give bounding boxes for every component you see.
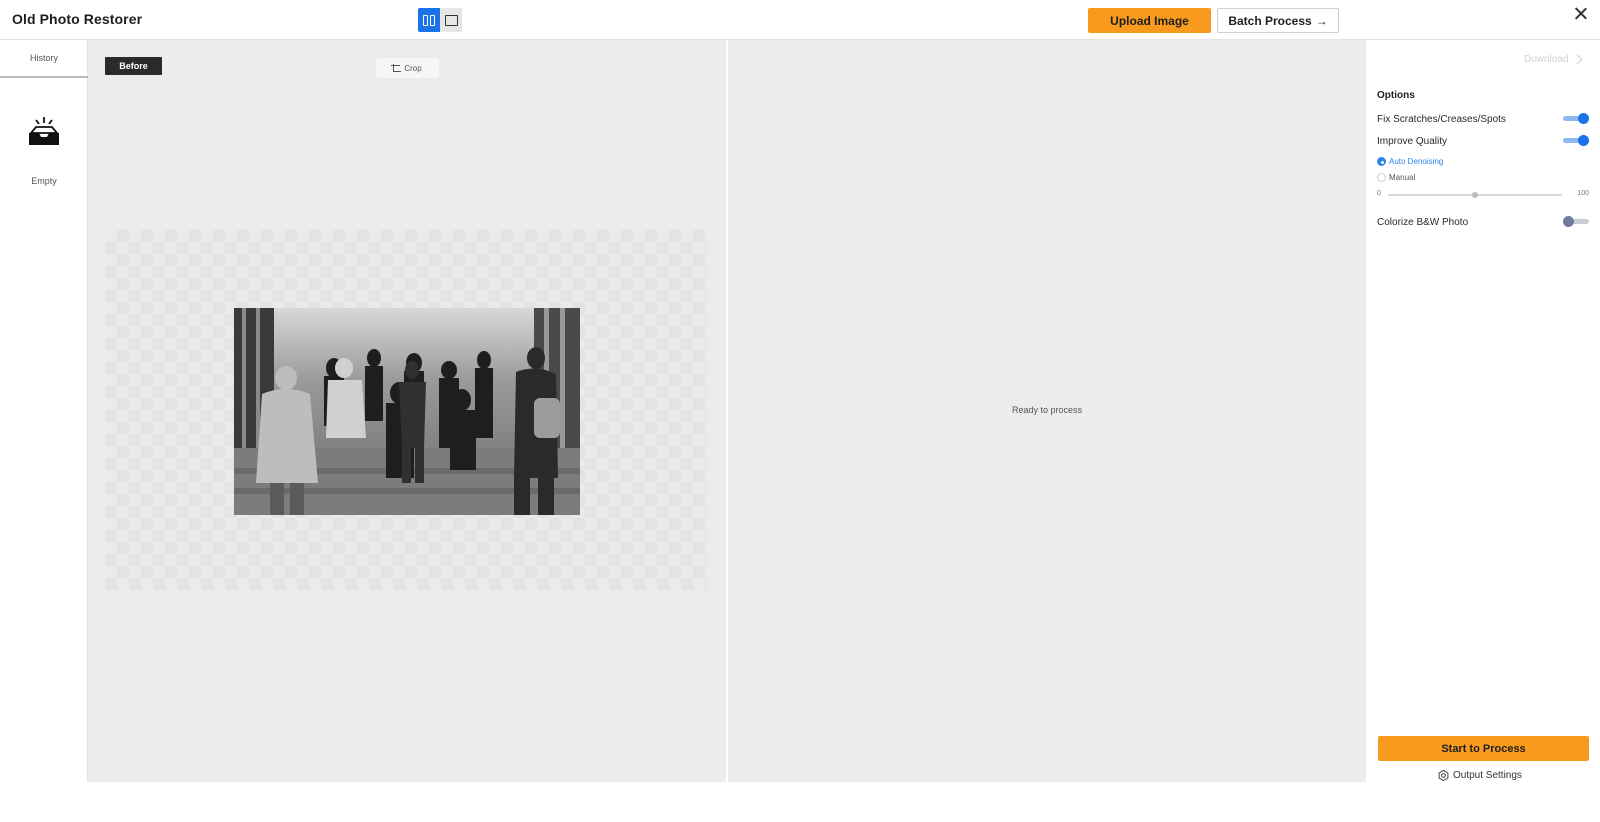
start-process-button[interactable]: Start to Process	[1378, 736, 1589, 761]
improve-quality-row: Improve Quality	[1377, 134, 1589, 148]
manual-denoising-option[interactable]: Manual	[1377, 173, 1415, 182]
manual-denoising-radio[interactable]	[1377, 173, 1386, 182]
before-badge: Before	[105, 57, 162, 75]
single-view-button[interactable]	[440, 8, 462, 32]
auto-denoising-option[interactable]: Auto Denoising	[1377, 157, 1443, 166]
crop-button[interactable]: Crop	[376, 58, 439, 78]
output-settings-label: Output Settings	[1453, 770, 1522, 781]
improve-quality-toggle[interactable]	[1563, 135, 1589, 147]
fix-scratches-row: Fix Scratches/Creases/Spots	[1377, 112, 1589, 126]
after-pane: Ready to process	[728, 40, 1366, 782]
view-mode-toggle	[418, 8, 463, 32]
slider-track[interactable]	[1388, 192, 1562, 198]
batch-process-label: Batch Process	[1228, 13, 1312, 28]
split-view-icon	[423, 14, 435, 26]
before-pane: Before Crop	[88, 40, 727, 782]
options-panel: Download Options Fix Scratches/Creases/S…	[1366, 40, 1600, 822]
auto-denoising-radio[interactable]	[1377, 157, 1386, 166]
single-view-icon	[444, 14, 458, 26]
crop-icon	[391, 64, 402, 72]
fix-scratches-label: Fix Scratches/Creases/Spots	[1377, 113, 1506, 125]
crowd-street-photo	[234, 308, 580, 515]
slider-max-label: 100	[1577, 190, 1589, 197]
arrow-right-icon: →	[1315, 13, 1328, 28]
download-link[interactable]: Download	[1524, 54, 1583, 65]
crop-label: Crop	[404, 63, 422, 73]
gear-icon	[1438, 770, 1449, 781]
manual-denoising-label: Manual	[1389, 173, 1416, 182]
denoise-slider: 0 100	[1377, 190, 1589, 200]
empty-inbox-icon	[29, 117, 59, 145]
upload-image-button[interactable]: Upload Image	[1088, 8, 1211, 33]
auto-denoising-label: Auto Denoising	[1389, 157, 1444, 166]
download-label: Download	[1524, 54, 1569, 65]
chevron-right-icon	[1573, 54, 1583, 65]
slider-min-label: 0	[1377, 190, 1381, 197]
slider-handle[interactable]	[1472, 192, 1478, 198]
output-settings-link[interactable]: Output Settings	[1438, 770, 1522, 781]
options-title: Options	[1377, 90, 1415, 101]
batch-process-button[interactable]: Batch Process →	[1217, 8, 1339, 33]
improve-quality-label: Improve Quality	[1377, 135, 1448, 147]
app-title: Old Photo Restorer	[12, 11, 143, 27]
colorize-toggle[interactable]	[1563, 216, 1589, 228]
close-icon[interactable]	[1573, 6, 1589, 22]
ready-status: Ready to process	[1011, 405, 1083, 415]
tab-history[interactable]: History	[0, 40, 88, 78]
original-photo	[234, 308, 580, 515]
split-view-button[interactable]	[418, 8, 440, 32]
top-bar: Old Photo Restorer Upload Image Batch Pr…	[0, 0, 1600, 40]
fix-scratches-toggle[interactable]	[1563, 113, 1589, 125]
empty-history-label: Empty	[31, 176, 57, 186]
colorize-row: Colorize B&W Photo	[1377, 215, 1589, 229]
colorize-label: Colorize B&W Photo	[1377, 216, 1469, 228]
history-sidebar: History Empty	[0, 40, 88, 782]
